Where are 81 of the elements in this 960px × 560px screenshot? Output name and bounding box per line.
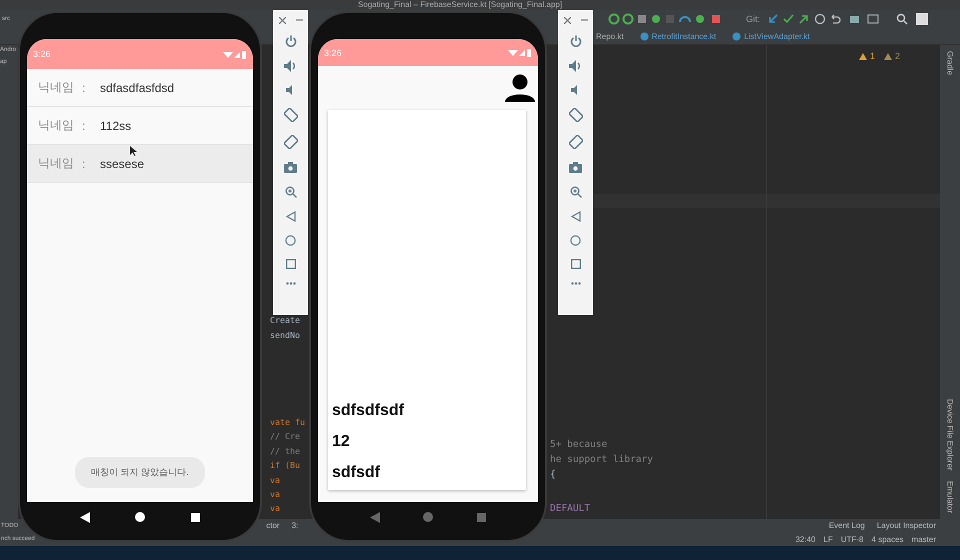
minimize-icon[interactable]: [296, 19, 302, 21]
weak-warning-count[interactable]: 2: [894, 51, 900, 61]
rotate-right-icon[interactable]: [284, 135, 298, 149]
zoom-icon[interactable]: [284, 186, 296, 198]
indent-setting[interactable]: 4 spaces: [872, 534, 904, 544]
row-separator: :: [82, 156, 86, 170]
editor-tab[interactable]: ListViewAdapter.kt: [726, 28, 820, 44]
row-label: 닉네임: [38, 79, 75, 96]
warning-icon: [858, 52, 867, 60]
profile-text: sdfsdfsdf: [332, 401, 405, 421]
row-value: sdfasdfasfdsd: [100, 80, 174, 94]
window-title: Sogating_Final – FirebaseService.kt [Sogating_Final.app]: [358, 0, 562, 10]
profile-text: 12: [332, 432, 351, 452]
row-separator: :: [82, 118, 86, 132]
more-icon[interactable]: [286, 282, 296, 285]
row-value: 112ss: [100, 118, 132, 132]
code-line: DEFAULT: [550, 502, 590, 516]
more-icon[interactable]: [570, 282, 580, 285]
power-icon[interactable]: [570, 35, 582, 47]
status-time: 3:26: [324, 48, 342, 58]
code-line: // the: [270, 444, 300, 458]
mouse-pointer-icon: [130, 146, 137, 156]
code-line: {: [550, 468, 556, 482]
close-icon[interactable]: [564, 16, 570, 24]
tool-window-button[interactable]: Layout Inspector: [876, 521, 936, 530]
nickname-list-item[interactable]: 닉네임 : ssesese: [27, 145, 253, 183]
camera-icon[interactable]: [569, 162, 582, 173]
code-line: vate fu: [270, 416, 305, 429]
code-line: // Cre: [270, 430, 300, 444]
search-icon[interactable]: [896, 13, 908, 25]
signal-battery-icon: [223, 50, 247, 58]
zoom-icon[interactable]: [570, 186, 582, 198]
code-line: sendNo: [270, 329, 300, 342]
home-icon[interactable]: [135, 512, 146, 522]
code-line: if (Bu: [270, 459, 300, 472]
git-label: Git:: [746, 14, 760, 24]
code-line: va: [270, 474, 280, 487]
warning-icon: [884, 52, 892, 60]
minimize-icon[interactable]: [580, 19, 588, 21]
tool-window-label[interactable]: ctor: [266, 521, 280, 530]
rotate-left-icon[interactable]: [284, 108, 298, 122]
power-icon[interactable]: [284, 35, 296, 47]
account-icon[interactable]: [916, 13, 928, 25]
tool-window-label[interactable]: 3:: [292, 521, 298, 530]
kotlin-file-icon: [640, 32, 649, 40]
code-line: va: [270, 502, 280, 516]
volume-up-icon[interactable]: [284, 60, 297, 72]
cursor-position[interactable]: 32:40: [795, 534, 816, 544]
camera-icon[interactable]: [284, 162, 297, 173]
tool-window-tab[interactable]: Device File Explorer: [946, 399, 954, 471]
code-line: 5+ because: [550, 438, 608, 452]
rotate-left-icon[interactable]: [568, 108, 582, 122]
code-line: he support library: [550, 453, 653, 468]
overview-icon[interactable]: [570, 259, 580, 269]
line-ending[interactable]: LF: [824, 534, 833, 544]
row-label: 닉네임: [38, 155, 75, 172]
code-line: va: [270, 488, 280, 502]
file-encoding[interactable]: UTF-8: [840, 534, 864, 544]
git-branch[interactable]: master: [912, 534, 936, 544]
status-time: 3:26: [33, 49, 51, 59]
recents-icon[interactable]: [191, 512, 200, 522]
rotate-right-icon[interactable]: [568, 135, 582, 149]
editor-tab[interactable]: Repo.kt: [590, 28, 634, 44]
row-label: 닉네임: [38, 117, 75, 134]
overview-icon[interactable]: [286, 259, 296, 269]
row-value: ssesese: [100, 156, 144, 170]
signal-battery-icon: [508, 48, 532, 57]
gradle-tool-tab[interactable]: Gradle: [946, 51, 954, 76]
warning-count[interactable]: 1: [870, 51, 875, 61]
close-icon[interactable]: [278, 16, 286, 24]
kotlin-file-icon: [732, 32, 742, 40]
tool-window-button[interactable]: Event Log: [828, 521, 865, 530]
tool-window-tab[interactable]: Emulator: [946, 480, 954, 513]
profile-text: sdfsdf: [332, 463, 381, 483]
back-icon[interactable]: [80, 512, 90, 522]
user-avatar-icon[interactable]: [505, 74, 535, 102]
row-separator: :: [82, 80, 86, 94]
message-toast: 매칭이 되지 않았습니다.: [75, 457, 205, 488]
code-line: Create: [270, 314, 300, 327]
editor-tab[interactable]: RetrofitInstance.kt: [634, 28, 726, 44]
volume-up-icon[interactable]: [569, 60, 582, 72]
